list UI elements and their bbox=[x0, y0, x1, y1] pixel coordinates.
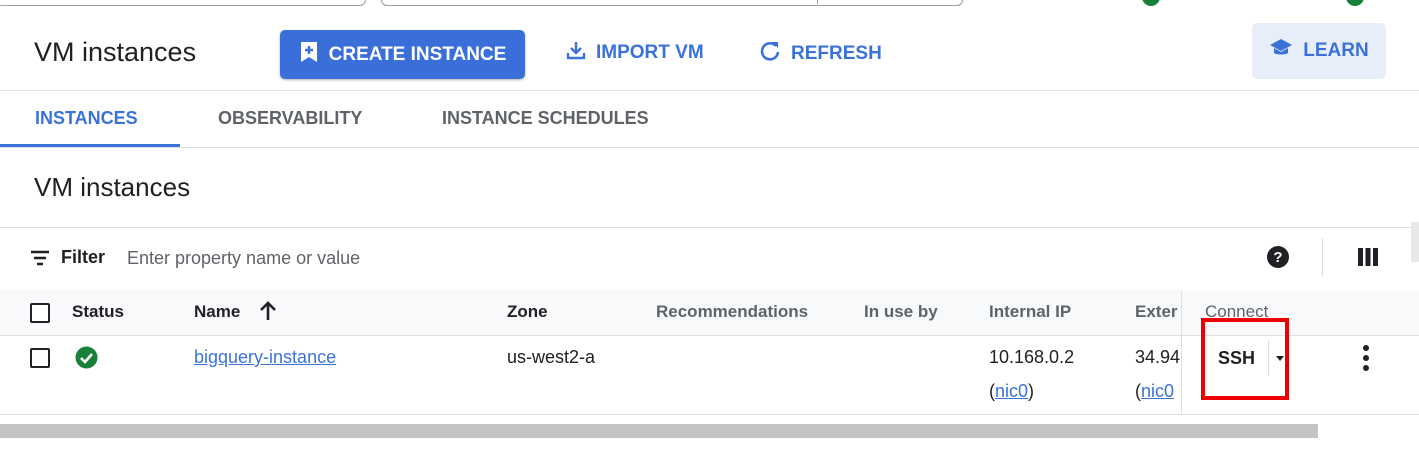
select-all-checkbox[interactable] bbox=[30, 303, 50, 323]
project-selector[interactable] bbox=[0, 0, 366, 6]
refresh-icon bbox=[759, 40, 781, 68]
filter-icon[interactable] bbox=[29, 248, 51, 273]
section-title: VM instances bbox=[34, 172, 191, 202]
search-box[interactable] bbox=[381, 0, 963, 6]
help-icon[interactable]: ? bbox=[1266, 245, 1290, 274]
active-tab-indicator bbox=[0, 144, 180, 147]
page-title: VM instances bbox=[34, 37, 197, 67]
tab-bar bbox=[0, 90, 1419, 148]
column-header-external-ip[interactable]: Exter bbox=[1135, 302, 1178, 322]
more-vert-icon[interactable] bbox=[1358, 344, 1374, 377]
download-icon bbox=[566, 40, 586, 66]
learn-button[interactable]: LEARN bbox=[1252, 23, 1386, 79]
import-vm-label: IMPORT VM bbox=[596, 42, 704, 63]
svg-text:?: ? bbox=[1273, 249, 1282, 266]
import-vm-button[interactable]: IMPORT VM bbox=[566, 40, 704, 66]
external-nic: (nic0 bbox=[1135, 381, 1175, 401]
ssh-highlight-box bbox=[1201, 318, 1289, 400]
arrow-up-icon[interactable] bbox=[258, 300, 278, 327]
toolbar-divider bbox=[1322, 238, 1323, 276]
check-circle-icon bbox=[75, 346, 98, 374]
school-icon bbox=[1269, 38, 1293, 64]
learn-label: LEARN bbox=[1303, 40, 1369, 61]
search-divider bbox=[817, 0, 818, 4]
tab-instance-schedules[interactable]: INSTANCE SCHEDULES bbox=[442, 108, 649, 129]
horizontal-scrollbar[interactable] bbox=[0, 424, 1318, 438]
internal-nic-link[interactable]: nic0 bbox=[995, 381, 1028, 401]
filter-label[interactable]: Filter bbox=[61, 247, 105, 268]
column-header-internal-ip[interactable]: Internal IP bbox=[989, 302, 1071, 322]
refresh-label: REFRESH bbox=[791, 43, 882, 64]
column-header-status[interactable]: Status bbox=[72, 302, 124, 322]
add-box-icon bbox=[299, 41, 319, 69]
external-nic-link[interactable]: nic0 bbox=[1141, 381, 1174, 401]
row-checkbox[interactable] bbox=[30, 348, 50, 368]
refresh-button[interactable]: REFRESH bbox=[759, 40, 882, 68]
create-instance-label: CREATE INSTANCE bbox=[328, 43, 507, 65]
column-header-name[interactable]: Name bbox=[194, 302, 240, 322]
column-header-recommendations[interactable]: Recommendations bbox=[656, 302, 808, 322]
create-instance-button[interactable]: CREATE INSTANCE bbox=[280, 30, 525, 79]
tab-observability[interactable]: OBSERVABILITY bbox=[218, 108, 362, 129]
column-header-zone[interactable]: Zone bbox=[507, 302, 548, 322]
instance-name-link[interactable]: bigquery-instance bbox=[194, 347, 336, 368]
page-header bbox=[0, 8, 1419, 91]
external-ip: 34.94 bbox=[1135, 347, 1181, 367]
filter-input[interactable] bbox=[127, 245, 827, 271]
instance-zone: us-west2-a bbox=[507, 347, 596, 367]
tab-instances[interactable]: INSTANCES bbox=[35, 108, 138, 129]
vertical-scrollbar[interactable] bbox=[1411, 222, 1419, 262]
internal-ip: 10.168.0.2 bbox=[989, 347, 1075, 367]
internal-nic: (nic0) bbox=[989, 381, 1035, 401]
column-display-icon[interactable] bbox=[1357, 247, 1379, 272]
column-header-in-use-by[interactable]: In use by bbox=[864, 302, 938, 322]
